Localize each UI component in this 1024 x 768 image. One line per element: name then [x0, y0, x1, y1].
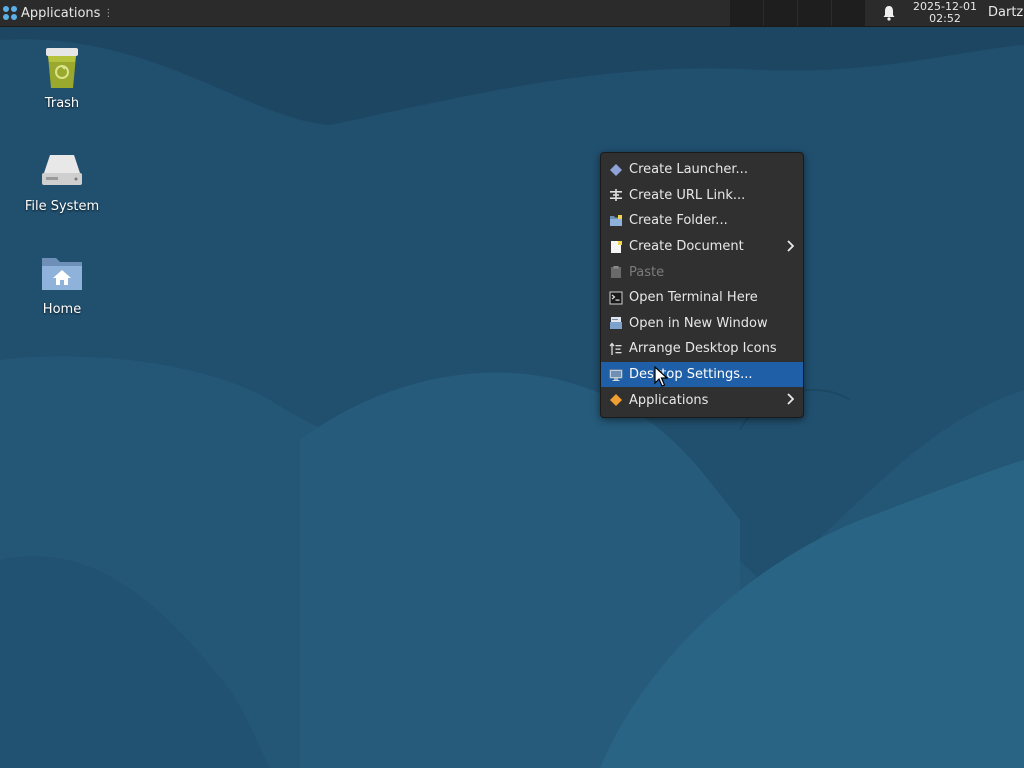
terminal-icon — [608, 290, 624, 306]
menu-item-create-launcher[interactable]: Create Launcher... — [601, 157, 803, 183]
menu-item-label: Create Document — [629, 239, 744, 255]
panel-handle-icon: ⋮ — [103, 7, 114, 19]
user-menu[interactable]: Dartz — [988, 0, 1023, 26]
trash-icon — [46, 48, 78, 88]
file-manager-icon — [608, 315, 624, 331]
applications-menu-button[interactable]: Applications ⋮ — [0, 0, 117, 26]
desktop-icon-file-system[interactable]: File System — [7, 147, 117, 215]
tasklist-slot[interactable] — [764, 0, 798, 26]
desktop-icon-trash[interactable]: Trash — [7, 44, 117, 112]
menu-item-create-document[interactable]: Create Document — [601, 234, 803, 260]
paste-icon — [608, 264, 624, 280]
desktop[interactable]: Applications ⋮ 2025-12-01 02:52 Dartz Tr… — [0, 0, 1024, 768]
submenu-arrow-icon — [787, 393, 794, 405]
desktop-icon-label: Trash — [44, 96, 80, 111]
submenu-arrow-icon — [787, 240, 794, 252]
tasklist-slot[interactable] — [832, 0, 866, 26]
top-panel: Applications ⋮ 2025-12-01 02:52 Dartz — [0, 0, 1024, 27]
menu-item-create-url-link[interactable]: Create URL Link... — [601, 183, 803, 209]
tasklist-slot[interactable] — [730, 0, 764, 26]
menu-item-paste: Paste — [601, 259, 803, 285]
menu-item-label: Open in New Window — [629, 315, 768, 331]
launcher-icon — [608, 162, 624, 178]
desktop-icon-home[interactable]: Home — [7, 250, 117, 318]
notification-bell-icon[interactable] — [880, 4, 898, 22]
menu-item-desktop-settings[interactable]: Desktop Settings... — [601, 361, 803, 388]
menu-item-open-in-new-window[interactable]: Open in New Window — [601, 311, 803, 337]
drive-icon — [42, 155, 82, 185]
mouse-cursor-icon — [654, 366, 668, 387]
menu-item-arrange-desktop-icons[interactable]: Arrange Desktop Icons — [601, 336, 803, 362]
menu-item-open-terminal-here[interactable]: Open Terminal Here — [601, 285, 803, 311]
applications-menu-label: Applications — [21, 5, 101, 21]
clock-time: 02:52 — [929, 12, 961, 25]
menu-item-applications[interactable]: Applications — [601, 387, 803, 413]
link-icon — [608, 187, 624, 203]
home-folder-icon — [42, 258, 82, 290]
arrange-icon — [608, 341, 624, 357]
folder-new-icon — [608, 213, 624, 229]
document-new-icon — [608, 239, 624, 255]
wallpaper — [0, 0, 1024, 768]
tasklist-slot[interactable] — [798, 0, 832, 26]
desktop-settings-icon — [608, 367, 624, 383]
menu-item-label: Create Launcher... — [629, 162, 748, 178]
menu-item-label: Paste — [629, 264, 665, 280]
menu-item-label: Create URL Link... — [629, 187, 746, 203]
desktop-icon-label: Home — [42, 302, 82, 317]
menu-item-label: Applications — [629, 392, 709, 408]
applications-icon — [608, 392, 624, 408]
menu-item-create-folder[interactable]: Create Folder... — [601, 208, 803, 234]
tasklist — [730, 0, 866, 26]
panel-clock[interactable]: 2025-12-01 02:52 — [904, 1, 986, 25]
xfce-logo-icon — [3, 6, 17, 20]
menu-item-label: Open Terminal Here — [629, 290, 758, 306]
menu-item-label: Arrange Desktop Icons — [629, 341, 777, 357]
menu-item-label: Desktop Settings... — [629, 367, 753, 383]
menu-item-label: Create Folder... — [629, 213, 728, 229]
desktop-icon-label: File System — [24, 199, 100, 214]
desktop-context-menu: Create Launcher... Create URL Link... Cr… — [600, 152, 804, 418]
